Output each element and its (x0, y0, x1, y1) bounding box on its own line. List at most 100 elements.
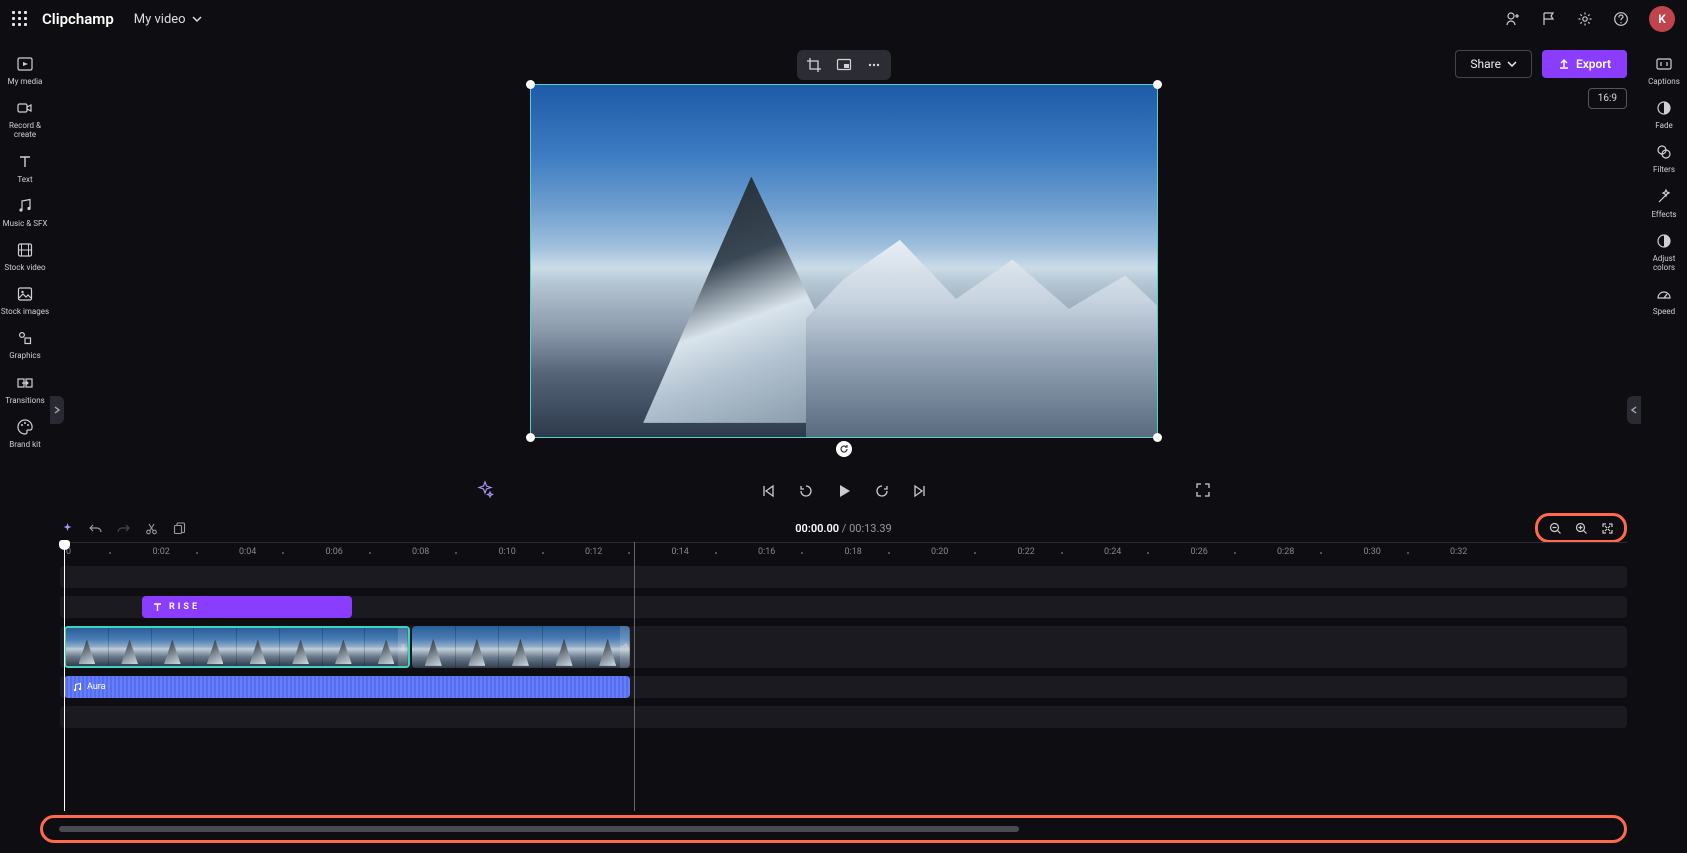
skip-end-button[interactable] (911, 482, 929, 500)
play-button[interactable] (835, 482, 853, 500)
sidebar-item-filters[interactable]: Filters (1641, 138, 1687, 182)
sidebar-item-captions[interactable]: Captions (1641, 50, 1687, 94)
sidebar-item-speed[interactable]: Speed (1641, 280, 1687, 324)
ai-sparkle-button[interactable] (60, 521, 74, 535)
flag-icon[interactable] (1541, 11, 1557, 27)
shapes-icon (16, 329, 34, 347)
zoom-fit-button[interactable] (1600, 521, 1614, 535)
ruler-subtick (455, 552, 457, 554)
video-clip-1[interactable]: || || (64, 626, 410, 668)
sidebar-item-record[interactable]: Record & create (0, 94, 50, 147)
timeline[interactable]: 00:020:040:060:080:100:120:140:160:180:2… (60, 542, 1627, 811)
chevron-left-icon (1630, 406, 1638, 414)
contrast-icon (1655, 232, 1673, 250)
ai-suggestions-button[interactable] (476, 480, 494, 498)
ruler-subtick (1234, 552, 1236, 554)
track-empty-1[interactable] (60, 566, 1627, 588)
timeline-ruler[interactable]: 00:020:040:060:080:100:120:140:160:180:2… (60, 542, 1627, 564)
app-launcher-icon[interactable] (12, 11, 28, 27)
more-button[interactable] (865, 56, 883, 74)
ruler-tick: 0:20 (931, 547, 948, 557)
sidebar-item-music[interactable]: Music & SFX (0, 192, 50, 236)
sidebar-item-my-media[interactable]: My media (0, 50, 50, 94)
clip-trim-right[interactable] (620, 626, 630, 668)
ruler-subtick (628, 552, 630, 554)
ruler-tick: 0:04 (239, 547, 256, 557)
sidebar-item-stock-images[interactable]: Stock images (0, 280, 50, 324)
sidebar-item-text[interactable]: Text (0, 148, 50, 192)
preview-canvas[interactable] (530, 84, 1158, 438)
ruler-tick: 0:22 (1018, 547, 1035, 557)
step-back-button[interactable] (797, 482, 815, 500)
filters-icon (1655, 143, 1673, 161)
ruler-tick: 0:12 (585, 547, 602, 557)
audio-clip[interactable]: Aura (64, 676, 630, 698)
text-clip[interactable]: RISE (142, 596, 352, 618)
ruler-subtick (715, 552, 717, 554)
pip-button[interactable] (835, 56, 853, 74)
ruler-tick: 0:30 (1364, 547, 1381, 557)
upgrade-icon[interactable] (1505, 11, 1521, 27)
brand-name: Clipchamp (42, 10, 114, 28)
captions-icon (1655, 55, 1673, 73)
avatar[interactable]: K (1649, 6, 1675, 32)
playhead[interactable] (64, 542, 65, 811)
rotate-handle[interactable] (836, 441, 852, 457)
clip-trim-right[interactable]: || (398, 628, 408, 666)
track-empty-2[interactable] (60, 706, 1627, 728)
resize-handle-br[interactable] (1153, 433, 1162, 442)
sidebar-item-adjust-colors[interactable]: Adjust colors (1641, 227, 1687, 280)
text-icon (16, 153, 34, 171)
music-icon (16, 197, 34, 215)
video-clip-2[interactable]: || (412, 626, 630, 668)
zoom-in-button[interactable] (1574, 521, 1588, 535)
duplicate-button[interactable] (172, 521, 186, 535)
sidebar-item-fade[interactable]: Fade (1641, 94, 1687, 138)
ruler-subtick (542, 552, 544, 554)
camera-icon (16, 99, 34, 117)
redo-button[interactable] (116, 521, 130, 535)
preview-toolbar (797, 50, 891, 80)
ruler-tick: 0:26 (1191, 547, 1208, 557)
ruler-tick: 0:24 (1104, 547, 1121, 557)
speed-icon (1655, 285, 1673, 303)
step-forward-button[interactable] (873, 482, 891, 500)
share-button[interactable]: Share (1455, 50, 1532, 78)
ruler-subtick (282, 552, 284, 554)
timeline-scrollbar[interactable] (59, 826, 1019, 832)
help-icon[interactable] (1613, 11, 1629, 27)
total-time: 00:13.39 (849, 522, 892, 535)
collapse-right-panel[interactable] (1627, 396, 1641, 424)
track-audio[interactable]: Aura (60, 676, 1627, 698)
sidebar-item-effects[interactable]: Effects (1641, 183, 1687, 227)
ruler-subtick (1061, 552, 1063, 554)
crop-button[interactable] (805, 56, 823, 74)
resize-handle-tr[interactable] (1153, 80, 1162, 89)
sidebar-item-graphics[interactable]: Graphics (0, 324, 50, 368)
sidebar-item-transitions[interactable]: Transitions (0, 369, 50, 413)
export-button[interactable]: Export (1542, 50, 1627, 78)
ruler-subtick (369, 552, 371, 554)
right-sidebar: Captions Fade Filters Effects Adjust col… (1641, 38, 1687, 324)
sidebar-item-stock-video[interactable]: Stock video (0, 236, 50, 280)
ruler-subtick (801, 552, 803, 554)
track-text[interactable]: RISE (60, 596, 1627, 618)
upload-icon (1558, 58, 1570, 70)
fullscreen-button[interactable] (1195, 482, 1211, 498)
ruler-tick: 0:06 (326, 547, 343, 557)
sidebar-item-brand-kit[interactable]: Brand kit (0, 413, 50, 457)
video-preview (531, 85, 1157, 437)
split-button[interactable] (144, 521, 158, 535)
ruler-subtick (1147, 552, 1149, 554)
resize-handle-tl[interactable] (526, 80, 535, 89)
gear-icon[interactable] (1577, 11, 1593, 27)
project-name-dropdown[interactable]: My video (134, 12, 202, 27)
zoom-out-button[interactable] (1548, 521, 1562, 535)
aspect-ratio-button[interactable]: 16:9 (1588, 88, 1627, 109)
track-video[interactable]: || || || (60, 626, 1627, 668)
skip-start-button[interactable] (759, 482, 777, 500)
resize-handle-bl[interactable] (526, 433, 535, 442)
undo-button[interactable] (88, 521, 102, 535)
timeline-toolbar: 00:00.00 / 00:13.39 (60, 516, 1627, 540)
cursor-line (634, 542, 635, 811)
